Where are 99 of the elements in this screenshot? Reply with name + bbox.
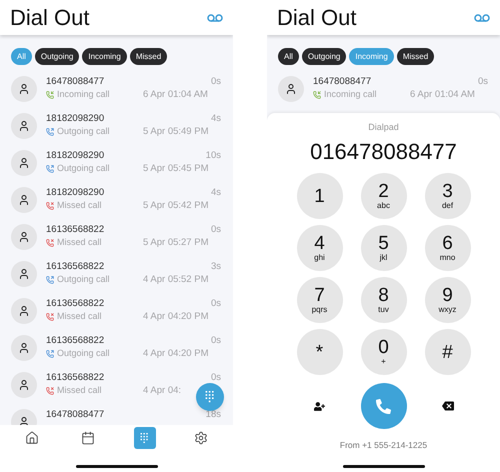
voicemail-icon[interactable] — [474, 14, 490, 22]
person-icon — [18, 231, 30, 243]
call-duration: 4s — [210, 186, 221, 199]
filter-chip[interactable]: Outgoing — [302, 48, 346, 65]
filter-chip[interactable]: Missed — [396, 48, 434, 65]
dialpad-key[interactable]: 4 ghi — [296, 225, 342, 271]
person-icon — [18, 379, 30, 391]
phone-number: 18182098290 — [46, 112, 106, 125]
person-icon — [18, 194, 30, 206]
dialpad-key[interactable]: # — [424, 329, 470, 375]
phone-number: 16136568822 — [46, 260, 106, 273]
phone-number: 16136568822 — [46, 334, 106, 347]
dialed-number: 016478088477 — [310, 139, 457, 165]
calendar-icon[interactable] — [81, 431, 96, 445]
person-icon — [18, 157, 30, 169]
dialpad-key[interactable]: 1 — [296, 173, 342, 219]
incoming-call-icon — [313, 90, 321, 98]
dialpad-key[interactable]: 5 jkl — [360, 225, 406, 271]
call-type: Missed call — [57, 236, 102, 249]
dialpad-label: Dialpad — [368, 122, 399, 133]
missed-call-icon — [46, 312, 54, 320]
call-time: 6 Apr 01:04 AM — [410, 88, 475, 101]
filter-chip[interactable]: Outgoing — [34, 48, 80, 65]
outgoing-call-icon — [46, 276, 54, 284]
call-time: 4 Apr 04:20 PM — [143, 347, 208, 360]
phone-number: 16136568822 — [46, 297, 106, 310]
phone-number: 18182098290 — [46, 186, 106, 199]
call-time: 5 Apr 05:49 PM — [143, 125, 208, 138]
page-title: Dial Out — [10, 6, 90, 28]
dialpad-key[interactable]: 9 wxyz — [424, 277, 470, 323]
person-icon — [18, 268, 30, 280]
outgoing-call-icon — [46, 164, 54, 172]
person-icon — [18, 83, 30, 95]
call-duration: 0s — [210, 334, 221, 347]
phone-number: 16478088477 — [46, 75, 106, 88]
call-duration: 18s — [206, 408, 221, 421]
call-duration: 0s — [210, 371, 221, 384]
call-time: 5 Apr 05:45 PM — [143, 162, 208, 175]
call-duration: 0s — [478, 75, 488, 88]
voicemail-icon[interactable] — [207, 14, 223, 22]
call-duration: 3s — [210, 260, 221, 273]
dialpad-key[interactable]: 6 mno — [424, 225, 470, 271]
filter-chip[interactable]: Incoming — [82, 48, 127, 65]
phone-number: 16136568822 — [46, 371, 106, 384]
call-duration: 0s — [210, 75, 221, 88]
dialpad-icon — [205, 391, 215, 403]
person-icon — [18, 342, 30, 354]
call-time: 4 Apr 04: — [143, 384, 182, 397]
call-type: Missed call — [57, 384, 102, 397]
call-type: Outgoing call — [57, 125, 110, 138]
call-time: 6 Apr 01:04 AM — [143, 88, 208, 101]
call-type: Missed call — [57, 199, 102, 212]
dialpad-fab[interactable] — [196, 383, 224, 411]
call-duration: 0s — [210, 297, 221, 310]
call-type: Incoming call — [324, 88, 377, 101]
call-duration: 4s — [210, 112, 221, 125]
dialpad-key[interactable]: * — [296, 329, 342, 375]
call-type: Outgoing call — [57, 273, 110, 286]
dialpad-key[interactable]: 8 tuv — [360, 277, 406, 323]
person-icon — [285, 83, 297, 95]
missed-call-icon — [46, 238, 54, 246]
call-time: 5 Apr 05:42 PM — [143, 199, 208, 212]
missed-call-icon — [46, 202, 54, 210]
settings-icon[interactable] — [194, 431, 208, 445]
call-time: 4 Apr 05:52 PM — [143, 273, 208, 286]
call-duration: 10s — [206, 149, 221, 162]
caller-id: From +1 555-214-1225 — [340, 439, 428, 452]
add-contact-icon[interactable] — [314, 400, 325, 412]
dialpad-key[interactable]: 7 pqrs — [296, 277, 342, 323]
person-icon — [18, 120, 30, 132]
phone-number: 16478088477 — [313, 75, 372, 88]
person-icon — [18, 416, 30, 425]
call-type: Outgoing call — [57, 162, 110, 175]
call-time: 5 Apr 05:27 PM — [143, 236, 208, 249]
call-type: Missed call — [57, 310, 102, 323]
call-type: Outgoing call — [57, 347, 110, 360]
nav-dialpad-button[interactable] — [134, 427, 156, 449]
filter-chip[interactable]: Missed — [130, 48, 168, 65]
backspace-icon[interactable] — [442, 400, 454, 412]
outgoing-call-icon — [46, 128, 54, 136]
outgoing-call-icon — [46, 350, 54, 358]
phone-number: 16478088477 — [46, 408, 106, 421]
dialpad-key[interactable]: 2 abc — [360, 173, 406, 219]
person-icon — [18, 305, 30, 317]
phone-number: 16136568822 — [46, 223, 106, 236]
call-duration: 0s — [210, 223, 221, 236]
dialpad-key[interactable]: 3 def — [424, 173, 470, 219]
filter-chip[interactable]: All — [278, 48, 299, 65]
call-time: 4 Apr 04:20 PM — [143, 310, 208, 323]
dialpad-key[interactable]: 0 + — [360, 329, 406, 375]
home-icon[interactable] — [25, 431, 40, 445]
phone-icon — [376, 398, 391, 414]
call-type: Incoming call — [57, 88, 110, 101]
dialpad-icon — [140, 432, 150, 444]
incoming-call-icon — [46, 90, 54, 98]
missed-call-icon — [46, 386, 54, 394]
call-button[interactable] — [360, 383, 406, 429]
phone-number: 18182098290 — [46, 149, 106, 162]
page-title: Dial Out — [277, 6, 356, 28]
